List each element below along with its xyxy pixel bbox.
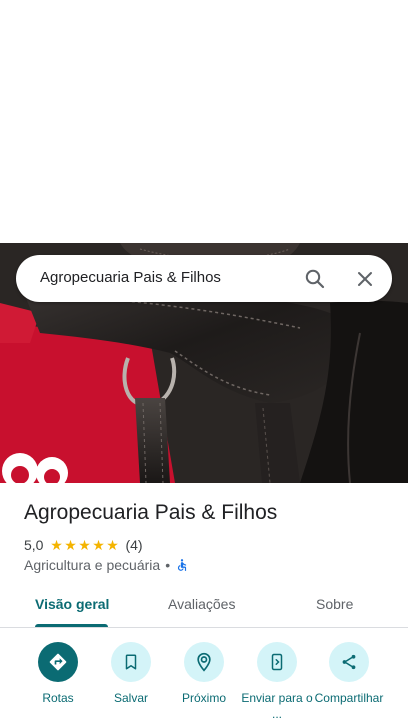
star-icon: ★ [78,537,91,553]
tab-bar: Visão geral Avaliações Sobre [0,586,408,628]
active-tab-indicator [35,624,108,627]
star-icon: ★ [64,537,77,553]
share-label: Compartilhar [314,691,384,705]
nearby-button[interactable]: Próximo [164,640,244,726]
search-icon[interactable] [303,267,327,291]
nearby-label: Próximo [181,691,226,705]
directions-icon [38,642,78,682]
action-buttons: Rotas Salvar Próximo Enviar para o ... C… [0,640,408,726]
star-icon: ★ [106,537,119,553]
search-query[interactable]: Agropecuaria Pais & Filhos [40,269,221,286]
star-icon: ★ [50,537,63,553]
review-count[interactable]: (4) [125,537,142,553]
place-details-screen: Agropecuaria Pais & Filhos Agropecuaria … [0,0,408,726]
star-icon: ★ [92,537,105,553]
bookmark-icon [111,642,151,682]
tab-about[interactable]: Sobre [316,596,353,612]
rating-summary[interactable]: 5,0 ★ ★ ★ ★ ★ (4) [24,536,143,554]
directions-label: Rotas [42,691,74,705]
directions-button[interactable]: Rotas [18,640,98,726]
search-bar[interactable]: Agropecuaria Pais & Filhos [16,255,392,302]
send-to-phone-button[interactable]: Enviar para o ... [237,640,317,726]
nearby-pin-icon [184,642,224,682]
send-to-phone-icon [257,642,297,682]
rating-value: 5,0 [24,537,44,553]
place-category: Agricultura e pecuária [24,557,161,573]
send-to-phone-label: Enviar para o ... [241,691,313,721]
category-line: Agricultura e pecuária • [24,556,189,574]
tab-reviews[interactable]: Avaliações [168,596,235,612]
separator-dot: • [165,557,171,573]
close-icon[interactable] [353,267,377,291]
share-button[interactable]: Compartilhar [309,640,389,726]
save-label: Salvar [113,691,148,705]
star-rating: ★ ★ ★ ★ ★ [49,538,119,552]
place-title: Agropecuaria Pais & Filhos [24,501,278,524]
wheelchair-icon [175,558,189,572]
save-button[interactable]: Salvar [91,640,171,726]
tab-overview[interactable]: Visão geral [35,596,109,612]
share-icon [329,642,369,682]
map-area[interactable] [0,0,408,243]
